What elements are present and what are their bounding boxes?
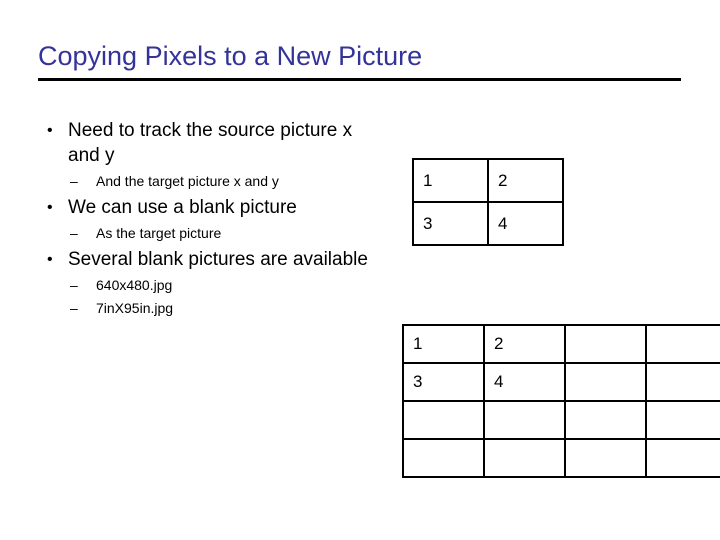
grid-cell [564, 400, 647, 440]
table-row: 3 4 [412, 201, 564, 246]
bullet-group: • Several blank pictures are available –… [40, 247, 370, 318]
sub-list-item: – 7inX95in.jpg [40, 298, 370, 318]
grid-cell [564, 324, 647, 364]
table-row: 1 2 [412, 158, 564, 203]
list-item: • We can use a blank picture [40, 195, 370, 220]
list-item: • Several blank pictures are available [40, 247, 370, 272]
sub-list-item-label: 640x480.jpg [96, 277, 173, 293]
list-item-label: Need to track the source picture x and y [68, 120, 353, 166]
bullet-dash-icon: – [70, 277, 78, 293]
bullet-dash-icon: – [70, 173, 78, 189]
grid-cell: 2 [483, 324, 566, 364]
grid-cell: 3 [412, 201, 489, 246]
bullet-group: • We can use a blank picture – As the ta… [40, 195, 370, 243]
grid-cell [483, 438, 566, 478]
grid-cell: 2 [487, 158, 564, 203]
table-row: 3 4 [402, 362, 720, 402]
list-item-label: We can use a blank picture [68, 197, 297, 218]
grid-cell: 1 [402, 324, 485, 364]
sub-list-item: – 640x480.jpg [40, 275, 370, 295]
bullet-dash-icon: – [70, 300, 78, 316]
sub-list-item-label: 7inX95in.jpg [96, 300, 174, 316]
bullet-dash-icon: – [70, 225, 78, 241]
grid-cell [645, 362, 720, 402]
bullet-dot-icon: • [47, 122, 53, 139]
bullet-list: • Need to track the source picture x and… [40, 118, 370, 322]
table-row [402, 400, 720, 440]
grid-cell [645, 324, 720, 364]
sub-list-item-label: As the target picture [96, 225, 222, 241]
list-item: • Need to track the source picture x and… [40, 118, 370, 168]
sub-list-item: – And the target picture x and y [40, 171, 370, 191]
title-block: Copying Pixels to a New Picture [38, 40, 682, 72]
title-underline-rule [38, 78, 681, 81]
table-row [402, 438, 720, 478]
source-pixel-grid: 1 2 3 4 [412, 158, 564, 246]
grid-cell [564, 438, 647, 478]
bullet-dot-icon: • [47, 199, 53, 216]
grid-cell [564, 362, 647, 402]
grid-cell [402, 438, 485, 478]
grid-cell [483, 400, 566, 440]
page-title: Copying Pixels to a New Picture [38, 41, 423, 71]
target-pixel-grid: 1 2 3 4 [402, 324, 720, 478]
grid-cell: 4 [483, 362, 566, 402]
bullet-dot-icon: • [47, 251, 53, 268]
grid-cell [402, 400, 485, 440]
sub-list-item: – As the target picture [40, 223, 370, 243]
bullet-group: • Need to track the source picture x and… [40, 118, 370, 191]
grid-cell: 3 [402, 362, 485, 402]
sub-list-item-label: And the target picture x and y [96, 173, 279, 189]
table-row: 1 2 [402, 324, 720, 364]
grid-cell [645, 438, 720, 478]
grid-cell: 4 [487, 201, 564, 246]
grid-cell [645, 400, 720, 440]
grid-cell: 1 [412, 158, 489, 203]
slide-canvas: Copying Pixels to a New Picture • Need t… [0, 0, 720, 540]
list-item-label: Several blank pictures are available [68, 249, 368, 270]
